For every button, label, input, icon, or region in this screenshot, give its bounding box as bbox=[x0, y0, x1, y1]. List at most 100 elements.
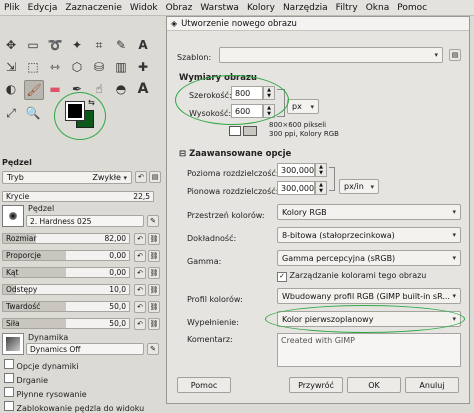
cancel-button[interactable]: Anuluj bbox=[405, 377, 459, 393]
paths-icon[interactable]: ✎ bbox=[112, 36, 130, 54]
jitter-row[interactable]: Drganie bbox=[4, 373, 48, 385]
menu-tools[interactable]: Narzędzia bbox=[283, 3, 328, 13]
dynamics-preview[interactable] bbox=[2, 333, 24, 355]
opt-dynamics-row[interactable]: Opcje dynamiki bbox=[4, 359, 79, 371]
menu-colors[interactable]: Kolory bbox=[247, 3, 275, 13]
yres-input[interactable]: 300,000 bbox=[277, 181, 315, 195]
crop-icon[interactable]: ⌗ bbox=[90, 36, 108, 54]
yres-spin-buttons[interactable]: ▲ ▼ bbox=[315, 181, 327, 195]
menu-image[interactable]: Obraz bbox=[166, 3, 193, 13]
advanced-heading[interactable]: ⊟ Zaawansowane opcje bbox=[179, 149, 291, 159]
link-slider-icon[interactable]: ⛓ bbox=[148, 250, 160, 262]
template-edit-icon[interactable]: ▤ bbox=[449, 49, 461, 61]
flip-icon[interactable]: ⇿ bbox=[46, 58, 64, 76]
menu-select[interactable]: Zaznaczenie bbox=[65, 3, 122, 13]
reset-slider-icon[interactable]: ↶ bbox=[134, 301, 146, 313]
ok-button[interactable]: OK bbox=[347, 377, 401, 393]
brush-option-slider[interactable]: Siła 50,0 bbox=[2, 318, 130, 329]
mode-combo[interactable]: Tryb Zwykłe ▾ bbox=[2, 171, 132, 184]
template-combo[interactable]: ▾ bbox=[219, 47, 443, 63]
heal-icon[interactable]: ✚ bbox=[134, 58, 152, 76]
colorspace-label: Przestrzeń kolorów: bbox=[187, 211, 265, 220]
cage-icon[interactable]: ⬡ bbox=[68, 58, 86, 76]
link-slider-icon[interactable]: ⛓ bbox=[148, 318, 160, 330]
slider-label: Proporcje bbox=[6, 251, 41, 260]
menu-help[interactable]: Pomoc bbox=[397, 3, 427, 13]
brush-option-slider[interactable]: Kąt 0,00 bbox=[2, 267, 130, 278]
dodge-burn-icon[interactable]: ◓ bbox=[112, 80, 130, 98]
text-tool-icon[interactable]: A bbox=[134, 80, 152, 98]
brush-name-field[interactable]: 2. Hardness 025 bbox=[26, 215, 144, 227]
mode-label: Tryb bbox=[7, 173, 24, 182]
move-tool-icon[interactable]: ✥ bbox=[2, 36, 20, 54]
fuzzy-select-icon[interactable]: ✦ bbox=[68, 36, 86, 54]
reset-slider-icon[interactable]: ↶ bbox=[134, 267, 146, 279]
mode-reset-icon[interactable]: ↶ bbox=[135, 171, 147, 183]
xres-input[interactable]: 300,000 bbox=[277, 163, 315, 177]
checkbox[interactable] bbox=[4, 387, 14, 397]
text-icon[interactable]: A bbox=[134, 36, 152, 54]
bucket-fill-icon[interactable]: ⛁ bbox=[90, 58, 108, 76]
color-manage-label: Zarządzanie kolorami tego obrazu bbox=[289, 271, 427, 280]
smooth-row[interactable]: Płynne rysowanie bbox=[4, 387, 87, 399]
rect-select-icon[interactable]: ▭ bbox=[24, 36, 42, 54]
color-manage-row[interactable]: ✓ Zarządzanie kolorami tego obrazu bbox=[277, 271, 426, 282]
scale-icon[interactable]: ⬚ bbox=[24, 58, 42, 76]
unit-combo[interactable]: px ▾ bbox=[287, 99, 319, 114]
link-slider-icon[interactable]: ⛓ bbox=[148, 267, 160, 279]
paintbrush-icon[interactable]: 🖌 bbox=[24, 80, 44, 100]
brush-option-slider[interactable]: Proporcje 0,00 bbox=[2, 250, 130, 261]
slider-label: Rozmiar bbox=[6, 234, 37, 243]
reset-slider-icon[interactable]: ↶ bbox=[134, 250, 146, 262]
reset-button[interactable]: Przywróć bbox=[289, 377, 343, 393]
brush-option-slider[interactable]: Rozmiar 82,00 bbox=[2, 233, 130, 244]
zoom-icon[interactable]: 🔍 bbox=[24, 104, 42, 122]
brush-preview[interactable] bbox=[2, 205, 24, 227]
checkbox[interactable] bbox=[4, 359, 14, 369]
dropdown-arrow-icon: ▾ bbox=[452, 292, 456, 300]
clone-icon[interactable]: ◐ bbox=[2, 80, 20, 98]
precision-combo[interactable]: 8-bitowa (stałoprzecinkowa) ▾ bbox=[277, 227, 461, 243]
edit-brush-icon[interactable]: ✎ bbox=[147, 215, 159, 227]
menu-filters[interactable]: Filtry bbox=[336, 3, 358, 13]
link-slider-icon[interactable]: ⛓ bbox=[148, 301, 160, 313]
menu-view[interactable]: Widok bbox=[130, 3, 158, 13]
link-slider-icon[interactable]: ⛓ bbox=[148, 233, 160, 245]
portrait-icon[interactable] bbox=[229, 126, 241, 136]
help-button[interactable]: Pomoc bbox=[177, 377, 231, 393]
menu-windows[interactable]: Okna bbox=[366, 3, 390, 13]
checkbox-checked-icon[interactable]: ✓ bbox=[277, 272, 287, 282]
comment-textarea[interactable]: Created with GIMP bbox=[277, 333, 461, 367]
opacity-label: Krycie bbox=[6, 192, 30, 201]
link-slider-icon[interactable]: ⛓ bbox=[148, 284, 160, 296]
menu-layer[interactable]: Warstwa bbox=[200, 3, 239, 13]
res-chain-icon[interactable] bbox=[329, 167, 335, 191]
dropdown-arrow-icon: ▾ bbox=[123, 174, 127, 182]
opacity-slider[interactable]: Krycie 22,5 bbox=[2, 191, 154, 202]
colorspace-combo[interactable]: Kolory RGB ▾ bbox=[277, 204, 461, 220]
lock-brush-row[interactable]: Zablokowanie pędzla do widoku bbox=[4, 401, 144, 413]
lasso-icon[interactable]: ➰ bbox=[46, 36, 64, 54]
reset-slider-icon[interactable]: ↶ bbox=[134, 233, 146, 245]
res-unit-combo[interactable]: px/in ▾ bbox=[339, 179, 379, 194]
edit-dynamics-icon[interactable]: ✎ bbox=[147, 343, 159, 355]
reset-slider-icon[interactable]: ↶ bbox=[134, 284, 146, 296]
checkbox[interactable] bbox=[4, 401, 14, 411]
reset-slider-icon[interactable]: ↶ bbox=[134, 318, 146, 330]
checkbox[interactable] bbox=[4, 373, 14, 383]
dynamics-field[interactable]: Dynamics Off bbox=[26, 343, 144, 355]
gradient-icon[interactable]: ▥ bbox=[112, 58, 130, 76]
warp-icon[interactable]: ⇲ bbox=[2, 58, 20, 76]
menu-edit[interactable]: Edycja bbox=[28, 3, 58, 13]
landscape-icon[interactable] bbox=[243, 126, 257, 136]
checkbox-label: Opcje dynamiki bbox=[16, 362, 79, 371]
xres-spin-buttons[interactable]: ▲ ▼ bbox=[315, 163, 327, 177]
brush-option-slider[interactable]: Odstępy 10,0 bbox=[2, 284, 130, 295]
gamma-combo[interactable]: Gamma percepcyjna (sRGB) ▾ bbox=[277, 250, 461, 266]
dynamics-label: Dynamika bbox=[28, 333, 69, 342]
profile-combo[interactable]: Wbudowany profil RGB (GIMP built-in sR..… bbox=[277, 288, 461, 304]
brush-option-slider[interactable]: Twardość 50,0 bbox=[2, 301, 130, 312]
color-picker-icon[interactable]: ⤢ bbox=[2, 104, 20, 122]
mode-lock-icon[interactable]: ▤ bbox=[149, 171, 161, 183]
menu-file[interactable]: Plik bbox=[4, 3, 20, 13]
